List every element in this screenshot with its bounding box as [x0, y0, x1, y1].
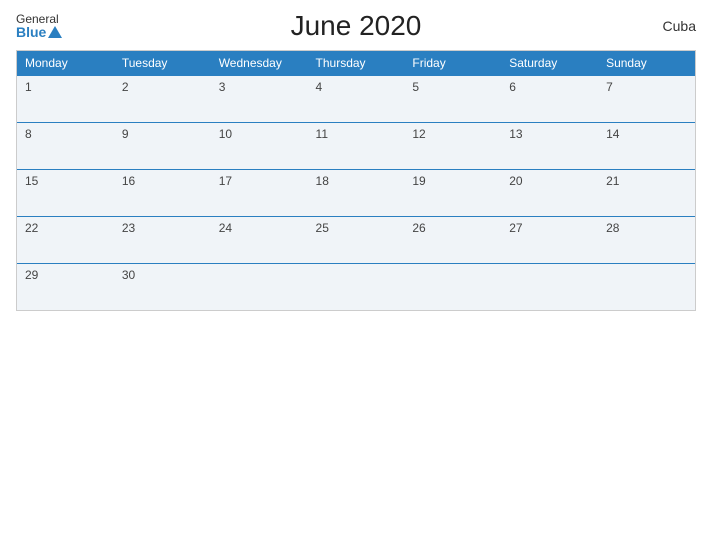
calendar-cell: 13	[501, 123, 598, 170]
day-header-wednesday: Wednesday	[211, 51, 308, 76]
logo: General Blue	[16, 13, 62, 39]
day-header-tuesday: Tuesday	[114, 51, 211, 76]
logo-triangle-icon	[48, 26, 62, 38]
calendar-week-4: 22232425262728	[17, 217, 695, 264]
calendar-cell: 22	[17, 217, 114, 264]
calendar-header-row: MondayTuesdayWednesdayThursdayFridaySatu…	[17, 51, 695, 76]
calendar-cell	[404, 264, 501, 311]
calendar-cell: 28	[598, 217, 695, 264]
calendar-cell: 7	[598, 76, 695, 123]
days-header: MondayTuesdayWednesdayThursdayFridaySatu…	[17, 51, 695, 76]
calendar-wrapper: MondayTuesdayWednesdayThursdayFridaySatu…	[16, 50, 696, 311]
calendar-week-3: 15161718192021	[17, 170, 695, 217]
calendar-cell: 23	[114, 217, 211, 264]
calendar-cell: 26	[404, 217, 501, 264]
calendar-header: General Blue June 2020 Cuba	[16, 10, 696, 42]
calendar-cell: 5	[404, 76, 501, 123]
calendar-cell: 11	[308, 123, 405, 170]
calendar-cell	[211, 264, 308, 311]
calendar-cell: 2	[114, 76, 211, 123]
day-header-friday: Friday	[404, 51, 501, 76]
calendar-cell: 16	[114, 170, 211, 217]
calendar-cell: 15	[17, 170, 114, 217]
calendar-cell: 18	[308, 170, 405, 217]
calendar-cell	[598, 264, 695, 311]
calendar-cell	[308, 264, 405, 311]
calendar-cell	[501, 264, 598, 311]
day-header-monday: Monday	[17, 51, 114, 76]
page: General Blue June 2020 Cuba MondayTuesda…	[0, 0, 712, 550]
calendar-cell: 12	[404, 123, 501, 170]
calendar-week-2: 891011121314	[17, 123, 695, 170]
day-header-saturday: Saturday	[501, 51, 598, 76]
calendar-cell: 24	[211, 217, 308, 264]
calendar-table: MondayTuesdayWednesdayThursdayFridaySatu…	[17, 51, 695, 310]
calendar-cell: 17	[211, 170, 308, 217]
calendar-body: 1234567891011121314151617181920212223242…	[17, 76, 695, 311]
calendar-cell: 25	[308, 217, 405, 264]
calendar-cell: 30	[114, 264, 211, 311]
calendar-cell: 3	[211, 76, 308, 123]
calendar-cell: 14	[598, 123, 695, 170]
calendar-cell: 4	[308, 76, 405, 123]
calendar-title: June 2020	[291, 10, 422, 42]
calendar-cell: 10	[211, 123, 308, 170]
calendar-cell: 8	[17, 123, 114, 170]
country-label: Cuba	[663, 18, 696, 34]
calendar-week-1: 1234567	[17, 76, 695, 123]
calendar-cell: 9	[114, 123, 211, 170]
day-header-sunday: Sunday	[598, 51, 695, 76]
calendar-cell: 21	[598, 170, 695, 217]
calendar-cell: 27	[501, 217, 598, 264]
calendar-cell: 1	[17, 76, 114, 123]
calendar-week-5: 2930	[17, 264, 695, 311]
calendar-cell: 19	[404, 170, 501, 217]
day-header-thursday: Thursday	[308, 51, 405, 76]
calendar-cell: 20	[501, 170, 598, 217]
logo-blue-text: Blue	[16, 25, 62, 39]
calendar-cell: 29	[17, 264, 114, 311]
calendar-cell: 6	[501, 76, 598, 123]
